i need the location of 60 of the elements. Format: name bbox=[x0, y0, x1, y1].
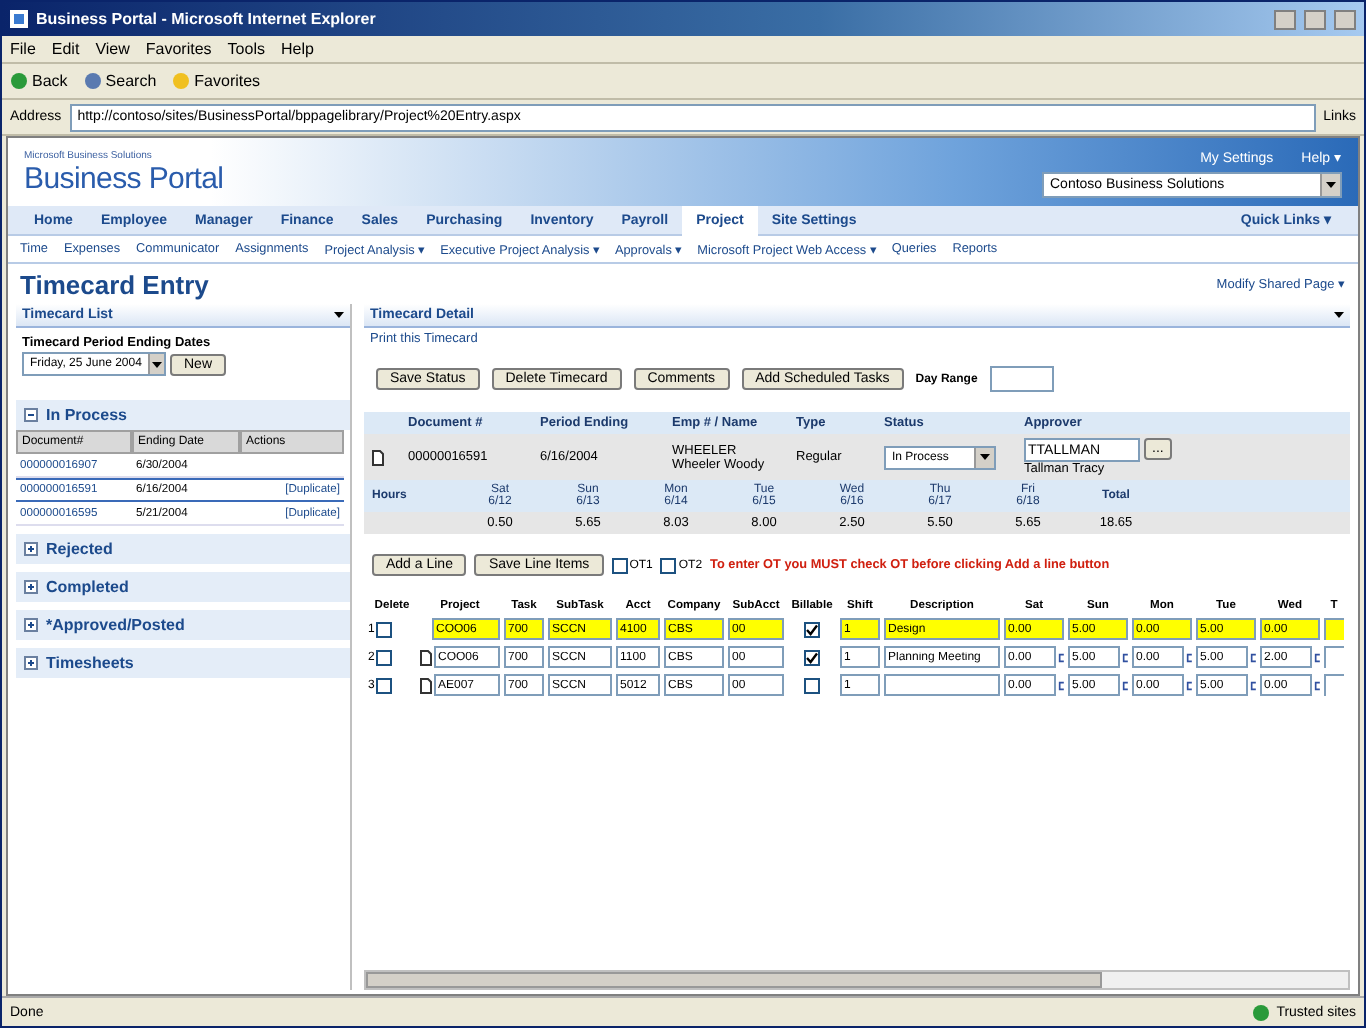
comment-icon[interactable] bbox=[1249, 651, 1256, 663]
expand-icon[interactable] bbox=[24, 618, 38, 632]
comment-icon[interactable] bbox=[1057, 679, 1064, 691]
dropdown-arrow-icon bbox=[1334, 312, 1344, 318]
comment-icon[interactable] bbox=[1185, 651, 1192, 663]
group-title: *Approved/Posted bbox=[46, 616, 185, 634]
delete-checkbox[interactable] bbox=[376, 677, 393, 693]
group-title: Completed bbox=[46, 578, 129, 596]
delete-checkbox[interactable] bbox=[376, 621, 393, 637]
group-title: In Process bbox=[46, 406, 127, 424]
toolbar-button[interactable]: Favorites bbox=[172, 72, 261, 90]
window-title-text: Business Portal - Microsoft Internet Explorer bbox=[36, 10, 378, 28]
billable-checkbox[interactable] bbox=[804, 677, 820, 693]
collapse-icon[interactable] bbox=[24, 408, 38, 422]
dropdown-arrow-icon bbox=[1326, 181, 1336, 187]
group-title: Timesheets bbox=[46, 654, 134, 672]
hours-field[interactable] bbox=[1324, 646, 1344, 668]
delete-checkbox[interactable] bbox=[376, 649, 393, 665]
menu-item[interactable]: File bbox=[10, 40, 36, 58]
toolbar-button[interactable]: Back bbox=[10, 72, 68, 90]
page-title: Timecard Entry bbox=[20, 269, 209, 299]
dropdown-arrow-icon bbox=[151, 361, 162, 367]
dropdown-arrow-icon bbox=[980, 454, 990, 460]
day-range-field[interactable] bbox=[989, 366, 1054, 392]
line-field[interactable] bbox=[884, 674, 1000, 696]
expand-icon[interactable] bbox=[24, 580, 38, 594]
comment-icon[interactable] bbox=[1121, 651, 1128, 663]
menu-item[interactable]: View bbox=[95, 40, 130, 58]
dropdown-arrow-icon bbox=[334, 312, 344, 318]
maximize-button[interactable] bbox=[1304, 9, 1326, 29]
group-header[interactable]: In Process bbox=[16, 400, 350, 430]
checkbox[interactable] bbox=[611, 557, 628, 573]
group-header[interactable]: Rejected bbox=[16, 534, 350, 564]
comment-icon[interactable] bbox=[1313, 651, 1320, 663]
horizontal-scrollbar[interactable] bbox=[364, 970, 1350, 990]
comment-icon[interactable] bbox=[1121, 679, 1128, 691]
brand-title: Business Portal bbox=[24, 161, 224, 195]
hours-field[interactable] bbox=[1324, 618, 1344, 640]
menu-item[interactable]: Edit bbox=[51, 40, 80, 58]
comment-icon[interactable] bbox=[1313, 679, 1320, 691]
group-header[interactable]: Timesheets bbox=[16, 648, 350, 678]
checkbox[interactable] bbox=[660, 557, 677, 573]
menu-item[interactable]: Tools bbox=[227, 40, 265, 58]
billable-checkbox[interactable] bbox=[804, 621, 820, 637]
comment-icon[interactable] bbox=[1185, 679, 1192, 691]
group-header[interactable]: Completed bbox=[16, 572, 350, 602]
menu-item[interactable]: Help bbox=[280, 40, 314, 58]
minimize-button[interactable] bbox=[1274, 9, 1296, 29]
toolbar-button[interactable]: Search bbox=[83, 72, 157, 90]
document-icon bbox=[372, 449, 384, 465]
group-title: Rejected bbox=[46, 540, 113, 558]
expand-icon[interactable] bbox=[24, 656, 38, 670]
comment-icon[interactable] bbox=[1249, 679, 1256, 691]
browser-icon bbox=[10, 10, 28, 28]
billable-checkbox[interactable] bbox=[804, 649, 820, 665]
expand-icon[interactable] bbox=[24, 542, 38, 556]
comment-icon[interactable] bbox=[1057, 651, 1064, 663]
group-header[interactable]: *Approved/Posted bbox=[16, 610, 350, 640]
close-button[interactable] bbox=[1334, 9, 1356, 29]
menu-item[interactable]: Favorites bbox=[145, 40, 212, 58]
